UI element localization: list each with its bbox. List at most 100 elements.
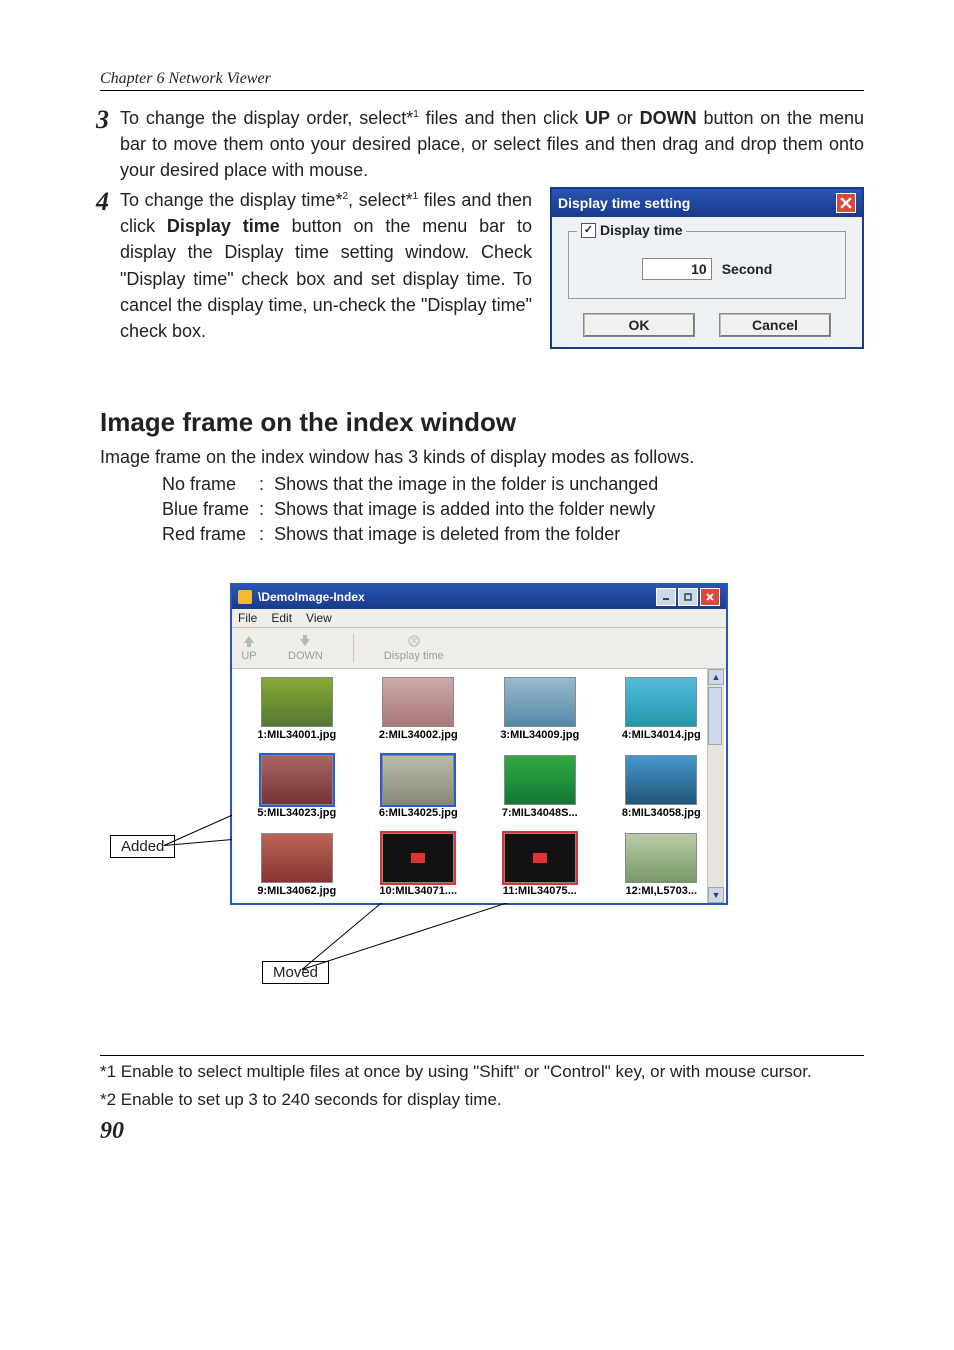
step-number-3: 3 (96, 101, 109, 139)
frame-modes-table: No frame:Shows that the image in the fol… (160, 472, 668, 549)
list-item[interactable]: 8:MIL34058.jpg (603, 755, 721, 819)
list-item[interactable]: 9:MIL34062.jpg (238, 833, 356, 897)
toolbar-dt-label: Display time (384, 650, 444, 662)
thumbnail-label: 7:MIL34048S... (502, 807, 578, 819)
footnote-divider (100, 1055, 864, 1056)
thumbnail-label: 8:MIL34058.jpg (622, 807, 701, 819)
mode-red-frame-key: Red frame (162, 524, 257, 547)
list-item[interactable]: 7:MIL34048S... (481, 755, 599, 819)
list-item[interactable]: 4:MIL34014.jpg (603, 677, 721, 741)
index-titlebar: \DemoImage-Index (232, 585, 726, 609)
section-heading: Image frame on the index window (100, 407, 864, 438)
thumbnail-label: 4:MIL34014.jpg (622, 729, 701, 741)
dialog-body: ✓ Display time 10 Second OK Cancel (552, 217, 862, 347)
toolbar: UP DOWN Display time (232, 628, 726, 669)
chapter-header: Chapter 6 Network Viewer (100, 70, 864, 91)
list-item[interactable]: 11:MIL34075... (481, 833, 599, 897)
deleted-flag-icon (533, 853, 547, 863)
step-number-4: 4 (96, 183, 109, 221)
deleted-flag-icon (411, 853, 425, 863)
thumbnail-image (625, 833, 697, 883)
thumbnail-label: 2:MIL34002.jpg (379, 729, 458, 741)
clock-icon (405, 634, 423, 648)
list-item[interactable]: 5:MIL34023.jpg (238, 755, 356, 819)
step3-text-c: or (610, 108, 640, 128)
list-item[interactable]: 6:MIL34025.jpg (360, 755, 478, 819)
list-item[interactable]: 3:MIL34009.jpg (481, 677, 599, 741)
list-item[interactable]: 10:MIL34071.... (360, 833, 478, 897)
list-item[interactable]: 2:MIL34002.jpg (360, 677, 478, 741)
toolbar-down-button[interactable]: DOWN (288, 634, 323, 662)
display-time-fieldset: ✓ Display time 10 Second (568, 231, 846, 299)
display-time-input[interactable]: 10 (642, 258, 712, 280)
toolbar-display-time-button[interactable]: Display time (384, 634, 444, 662)
display-time-dialog: Display time setting ✓ Display time 10 S… (550, 187, 864, 349)
scrollbar[interactable]: ▲ ▼ (707, 669, 724, 903)
thumbnail-label: 10:MIL34071.... (379, 885, 457, 897)
section-intro: Image frame on the index window has 3 ki… (100, 444, 864, 470)
display-time-label: Display time (167, 216, 280, 236)
up-label: UP (585, 108, 610, 128)
menu-file[interactable]: File (238, 611, 257, 625)
list-item[interactable]: 12:MI,L5703... (603, 833, 721, 897)
step-3: 3 To change the display order, select*1 … (100, 105, 864, 183)
close-icon[interactable] (836, 193, 856, 213)
thumbnail-label: 3:MIL34009.jpg (500, 729, 579, 741)
toolbar-down-label: DOWN (288, 650, 323, 662)
footnote-2: *2 Enable to set up 3 to 240 seconds for… (100, 1088, 864, 1112)
step3-text-a: To change the display order, select* (120, 108, 413, 128)
app-icon (238, 590, 252, 604)
thumbnail-image (261, 833, 333, 883)
thumbnail-label: 6:MIL34025.jpg (379, 807, 458, 819)
menu-view[interactable]: View (306, 611, 332, 625)
arrow-up-icon (240, 634, 258, 648)
thumbnail-image (382, 833, 454, 883)
footnote-1: *1 Enable to select multiple files at on… (100, 1060, 864, 1084)
thumbnail-image (625, 677, 697, 727)
thumbnail-image (261, 755, 333, 805)
display-time-unit: Second (722, 261, 773, 277)
thumbnail-image (504, 677, 576, 727)
thumbnail-image (382, 755, 454, 805)
index-title-text: \DemoImage-Index (258, 590, 365, 604)
step-4: 4 To change the display time*2, select*1… (100, 187, 532, 344)
scroll-thumb[interactable] (708, 687, 722, 745)
cancel-button[interactable]: Cancel (719, 313, 831, 337)
ok-button[interactable]: OK (583, 313, 695, 337)
display-time-legend: ✓ Display time (577, 222, 686, 238)
thumbnail-image (625, 755, 697, 805)
index-window: \DemoImage-Index File Edit View UP DOWN (230, 583, 728, 905)
thumbnail-image (382, 677, 454, 727)
mode-no-frame-val: Shows that the image in the folder is un… (274, 474, 666, 497)
mode-no-frame-key: No frame (162, 474, 257, 497)
maximize-icon[interactable] (678, 588, 698, 606)
callout-moved: Moved (262, 961, 329, 984)
display-time-checkbox[interactable]: ✓ (581, 223, 596, 238)
mode-red-frame-val: Shows that image is deleted from the fol… (274, 524, 666, 547)
step3-text-b: files and then click (419, 108, 585, 128)
display-time-checkbox-label: Display time (600, 222, 682, 238)
thumbnail-image (261, 677, 333, 727)
down-label: DOWN (640, 108, 697, 128)
thumbnail-label: 11:MIL34075... (503, 885, 577, 897)
step4-text-a: To change the display time* (120, 190, 342, 210)
close-icon[interactable] (700, 588, 720, 606)
list-item[interactable]: 1:MIL34001.jpg (238, 677, 356, 741)
step4-text-b: , select* (348, 190, 413, 210)
thumbnail-label: 5:MIL34023.jpg (257, 807, 336, 819)
minimize-icon[interactable] (656, 588, 676, 606)
toolbar-up-button[interactable]: UP (240, 634, 258, 662)
menu-edit[interactable]: Edit (271, 611, 292, 625)
thumbnail-image (504, 755, 576, 805)
dialog-titlebar: Display time setting (552, 189, 862, 217)
mode-blue-frame-val: Shows that image is added into the folde… (274, 499, 666, 522)
mode-blue-frame-key: Blue frame (162, 499, 257, 522)
menubar: File Edit View (232, 609, 726, 628)
thumbnail-label: 1:MIL34001.jpg (257, 729, 336, 741)
thumbnail-label: 9:MIL34062.jpg (257, 885, 336, 897)
thumbnail-label: 12:MI,L5703... (625, 885, 697, 897)
toolbar-up-label: UP (241, 650, 256, 662)
scroll-up-icon[interactable]: ▲ (708, 669, 724, 685)
thumbnail-grid: 1:MIL34001.jpg 2:MIL34002.jpg 3:MIL34009… (232, 669, 726, 903)
scroll-down-icon[interactable]: ▼ (708, 887, 724, 903)
